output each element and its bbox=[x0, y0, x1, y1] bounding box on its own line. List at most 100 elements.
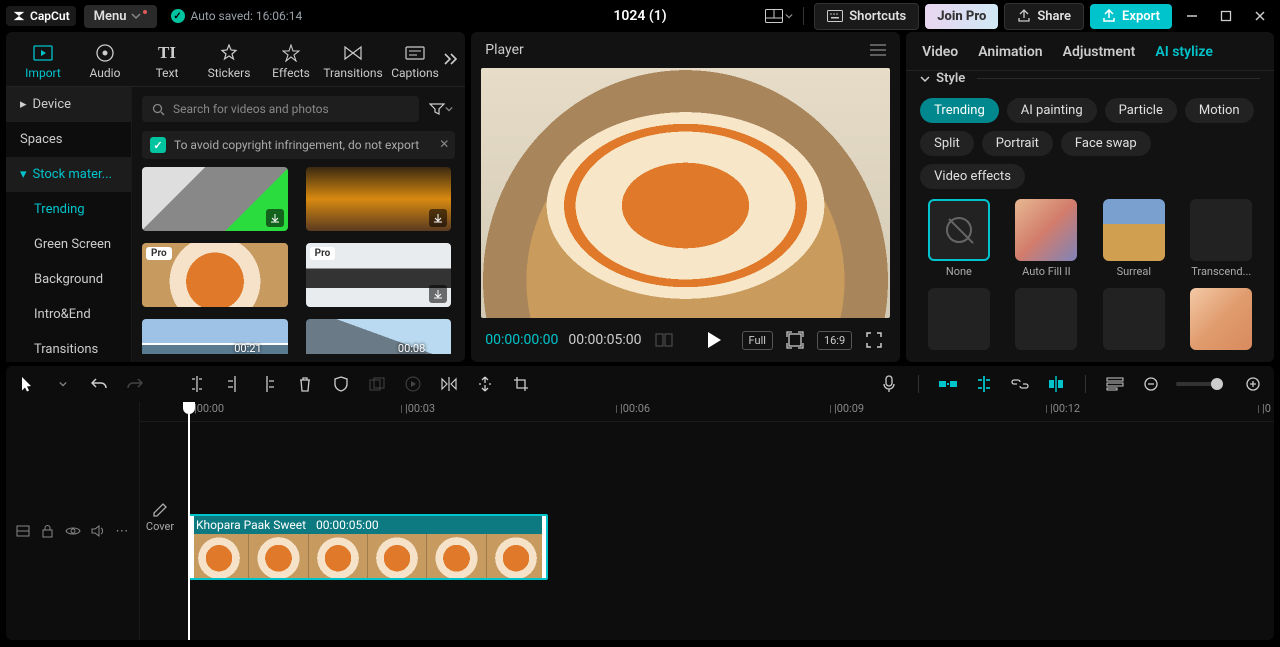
join-pro-button[interactable]: Join Pro bbox=[925, 4, 998, 29]
ratio-button[interactable]: 16:9 bbox=[817, 331, 852, 350]
side-spaces[interactable]: Spaces bbox=[6, 122, 131, 157]
menu-button[interactable]: Menu bbox=[84, 5, 157, 28]
chip-faceswap[interactable]: Face swap bbox=[1061, 131, 1151, 156]
window-close-button[interactable] bbox=[1246, 2, 1274, 30]
player-menu-button[interactable] bbox=[870, 44, 886, 56]
side-background[interactable]: Background bbox=[6, 262, 131, 297]
window-maximize-button[interactable] bbox=[1212, 2, 1240, 30]
select-dropdown[interactable] bbox=[52, 373, 74, 395]
track-options[interactable] bbox=[1104, 373, 1126, 395]
zoom-out-button[interactable] bbox=[1140, 373, 1162, 395]
tab-stickers[interactable]: Stickers bbox=[198, 38, 260, 86]
main-track-magnet[interactable] bbox=[937, 373, 959, 395]
linkage[interactable] bbox=[1009, 373, 1031, 395]
side-trending[interactable]: Trending bbox=[6, 192, 131, 227]
track-lock-button[interactable] bbox=[40, 523, 54, 539]
zoom-slider[interactable] bbox=[1176, 382, 1216, 386]
fullscreen-button[interactable] bbox=[862, 328, 886, 352]
export-button[interactable]: Export bbox=[1090, 4, 1172, 29]
track-mute-button[interactable] bbox=[91, 523, 105, 539]
tabs-more-button[interactable] bbox=[443, 52, 459, 66]
playhead[interactable] bbox=[188, 402, 190, 640]
fx-surreal[interactable]: Surreal bbox=[1095, 199, 1172, 278]
mic-button[interactable] bbox=[878, 373, 900, 395]
side-device[interactable]: ▸Device bbox=[6, 87, 131, 122]
tab-import[interactable]: Import bbox=[12, 38, 74, 86]
insp-tab-adjustment[interactable]: Adjustment bbox=[1063, 44, 1136, 60]
stock-thumb-3[interactable]: Pro bbox=[142, 243, 288, 307]
project-title[interactable]: 1024 (1) bbox=[613, 8, 666, 24]
group-button[interactable] bbox=[366, 373, 388, 395]
stock-thumb-1[interactable] bbox=[142, 167, 288, 231]
fx-8[interactable] bbox=[1183, 288, 1260, 350]
video-clip[interactable]: Khopara Paak Sweet 00:00:05:00 bbox=[188, 514, 548, 580]
track-more-button[interactable]: ⋯ bbox=[115, 523, 129, 539]
chip-particle[interactable]: Particle bbox=[1105, 98, 1177, 123]
track-collapse-button[interactable] bbox=[16, 523, 30, 539]
side-introend[interactable]: Intro&End bbox=[6, 297, 131, 332]
chip-aipainting[interactable]: AI painting bbox=[1007, 98, 1097, 123]
track-visibility-button[interactable] bbox=[65, 523, 81, 539]
chip-trending[interactable]: Trending bbox=[920, 98, 999, 123]
filter-button[interactable] bbox=[427, 95, 455, 123]
mirror-button[interactable] bbox=[438, 373, 460, 395]
fx-none[interactable]: None bbox=[920, 199, 997, 278]
fx-transcend[interactable]: Transcend... bbox=[1183, 199, 1260, 278]
stock-thumb-6[interactable]: 00:08 bbox=[306, 319, 452, 354]
chip-motion[interactable]: Motion bbox=[1185, 98, 1254, 123]
record-button[interactable] bbox=[402, 373, 424, 395]
window-minimize-button[interactable] bbox=[1178, 2, 1206, 30]
insp-tab-aistylize[interactable]: AI stylize bbox=[1155, 44, 1212, 60]
shortcuts-button[interactable]: Shortcuts bbox=[814, 3, 919, 30]
tab-text[interactable]: TI Text bbox=[136, 38, 198, 86]
crop-button[interactable] bbox=[510, 373, 532, 395]
tab-audio[interactable]: Audio bbox=[74, 38, 136, 86]
fx-7[interactable] bbox=[1095, 288, 1172, 350]
split-button[interactable] bbox=[186, 373, 208, 395]
fx-autofill[interactable]: Auto Fill II bbox=[1008, 199, 1085, 278]
preview-axis[interactable] bbox=[1045, 373, 1067, 395]
auto-snap[interactable] bbox=[973, 373, 995, 395]
notice-close-button[interactable]: ✕ bbox=[439, 137, 449, 151]
timeline-ruler[interactable]: |00:00 |00:03 |00:06 |00:09 |00:12 |0 bbox=[140, 402, 1274, 422]
snap-button[interactable] bbox=[783, 328, 807, 352]
timeline-tracks-area[interactable]: |00:00 |00:03 |00:06 |00:09 |00:12 |0 Kh… bbox=[140, 402, 1274, 640]
delete-button[interactable] bbox=[294, 373, 316, 395]
undo-button[interactable] bbox=[88, 373, 110, 395]
play-button[interactable] bbox=[706, 331, 722, 349]
download-button[interactable] bbox=[266, 209, 284, 227]
delete-left-button[interactable] bbox=[222, 373, 244, 395]
compare-button[interactable] bbox=[652, 328, 676, 352]
search-input[interactable]: Search for videos and photos bbox=[142, 96, 419, 122]
stock-thumb-5[interactable]: 00:21 bbox=[142, 319, 288, 354]
style-section-header[interactable]: Style bbox=[920, 71, 1260, 86]
timecode-current[interactable]: 00:00:00:00 bbox=[485, 332, 558, 348]
download-button[interactable] bbox=[429, 209, 447, 227]
insp-tab-video[interactable]: Video bbox=[922, 44, 958, 60]
chip-split[interactable]: Split bbox=[920, 131, 974, 156]
reverse-button[interactable] bbox=[474, 373, 496, 395]
stock-thumb-2[interactable] bbox=[306, 167, 452, 231]
select-tool[interactable] bbox=[16, 373, 38, 395]
quality-button[interactable]: Full bbox=[742, 331, 773, 350]
stock-thumb-4[interactable]: Pro bbox=[306, 243, 452, 307]
chip-portrait[interactable]: Portrait bbox=[982, 131, 1053, 156]
share-button[interactable]: Share bbox=[1004, 3, 1084, 30]
tab-captions[interactable]: Captions bbox=[384, 38, 446, 86]
insp-tab-animation[interactable]: Animation bbox=[978, 44, 1042, 60]
chip-videoeffects[interactable]: Video effects bbox=[920, 164, 1025, 189]
download-button[interactable] bbox=[429, 285, 447, 303]
side-green[interactable]: Green Screen bbox=[6, 227, 131, 262]
delete-right-button[interactable] bbox=[258, 373, 280, 395]
clip-handle-right[interactable] bbox=[542, 516, 548, 578]
player-viewport[interactable] bbox=[481, 68, 890, 318]
fx-5[interactable] bbox=[920, 288, 997, 350]
fx-6[interactable] bbox=[1008, 288, 1085, 350]
side-transitions[interactable]: Transitions bbox=[6, 332, 131, 362]
tab-transitions[interactable]: Transitions bbox=[322, 38, 384, 86]
redo-button[interactable] bbox=[124, 373, 146, 395]
freeze-button[interactable] bbox=[330, 373, 352, 395]
side-stock[interactable]: ▾Stock mater... bbox=[6, 157, 131, 192]
zoom-in-button[interactable] bbox=[1242, 373, 1264, 395]
layout-button[interactable] bbox=[765, 4, 793, 28]
